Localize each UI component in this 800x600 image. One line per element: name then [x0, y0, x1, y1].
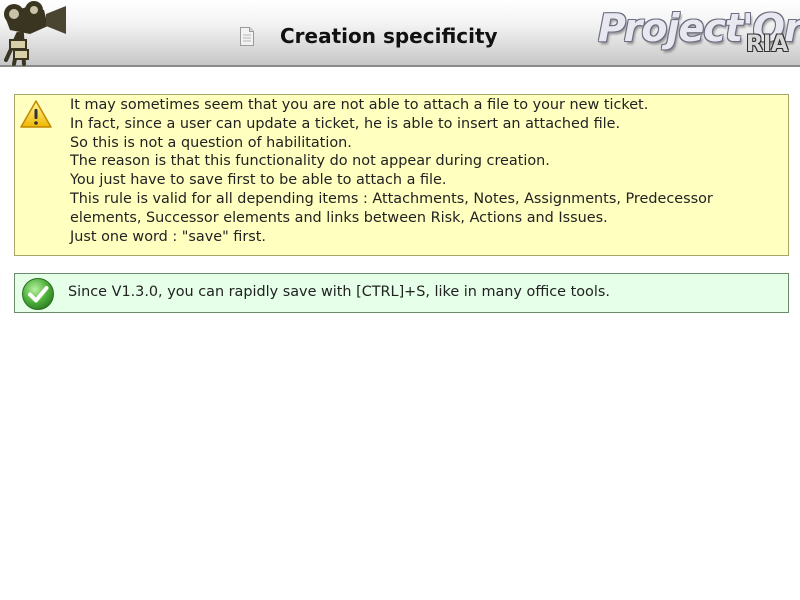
tip-message-box: Since V1.3.0, you can rapidly save with …	[14, 273, 789, 313]
warning-line: It may sometimes seem that you are not a…	[70, 97, 649, 113]
warning-icon	[19, 99, 53, 130]
warning-text-list: It may sometimes seem that you are not a…	[70, 96, 785, 246]
brand-logo: Project'Or RIA	[598, 4, 800, 62]
tip-text: Since V1.3.0, you can rapidly save with …	[68, 284, 610, 300]
header-bar: Creation specificity Project'Or RIA	[0, 0, 800, 67]
warning-line: In fact, since a user can update a ticke…	[70, 115, 621, 132]
warning-line: The reason is that this functionality do…	[70, 153, 550, 170]
warning-message-box: It may sometimes seem that you are not a…	[14, 94, 789, 256]
warning-line: So this is not a question of habilitatio…	[70, 134, 352, 151]
projector-logo-icon	[0, 0, 70, 66]
document-icon	[238, 27, 256, 46]
warning-line: Just one word : "save" first.	[70, 228, 266, 245]
warning-line: You just have to save first to be able t…	[70, 172, 447, 189]
check-icon	[21, 277, 55, 311]
brand-suffix: RIA	[746, 32, 789, 57]
page-title: Creation specificity	[280, 24, 498, 48]
warning-line: This rule is valid for all depending ite…	[70, 190, 713, 226]
